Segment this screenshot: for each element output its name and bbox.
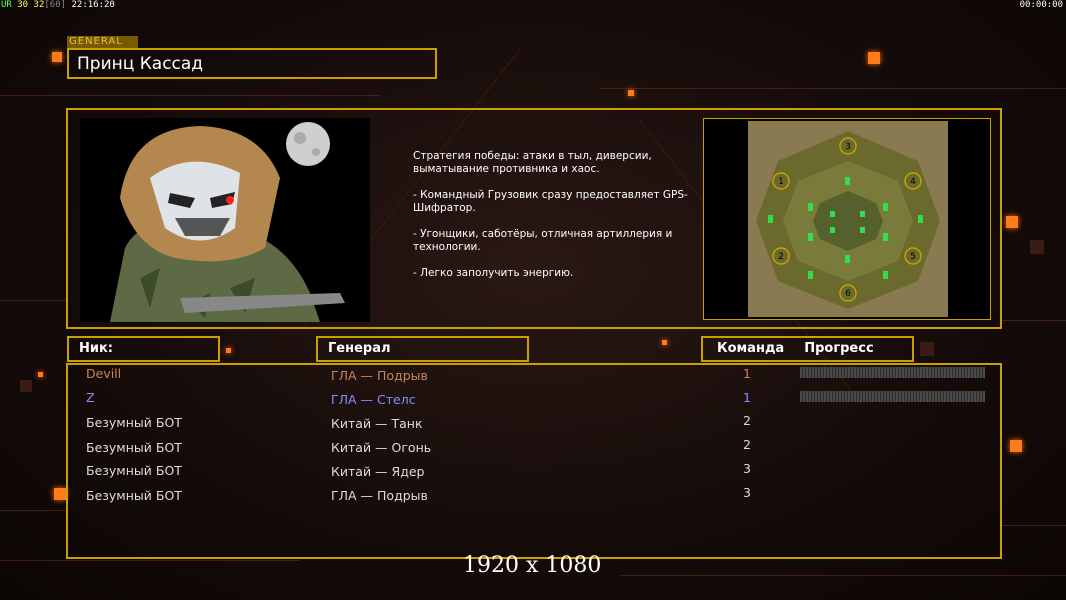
column-header-general: Генерал [316,336,529,362]
general-description: Стратегия победы: атаки в тыл, диверсии,… [413,150,693,293]
player-nick: Безумный БОТ [86,440,182,455]
general-tag: GENERAL [67,36,138,48]
player-team[interactable]: 1 [743,366,751,381]
description-line: Стратегия победы: атаки в тыл, диверсии,… [413,150,652,175]
progress-bar [800,391,985,402]
player-general[interactable]: Китай — Танк [331,416,423,431]
start-position-3: 3 [845,142,851,152]
map-preview[interactable]: 1 2 3 4 5 6 [748,121,948,317]
player-nick: Devill [86,366,122,381]
start-position-1: 1 [778,177,784,187]
player-general[interactable]: ГЛА — Стелс [331,392,416,407]
timer-overlay: 00:00:00 [1019,0,1063,10]
column-header-team: Команда [717,341,785,356]
player-nick: Безумный БОТ [86,415,182,430]
map-preview-frame: 1 2 3 4 5 6 [703,118,991,320]
player-general[interactable]: ГЛА — Подрыв [331,368,428,383]
column-header-progress: Прогресс [804,341,874,356]
player-general[interactable]: Китай — Ядер [331,464,424,479]
player-general[interactable]: Китай — Огонь [331,440,431,455]
general-name: Принц Кассад [67,48,437,79]
start-position-5: 5 [910,252,916,262]
description-line: - Легко заполучить энергию. [413,267,574,279]
player-nick: Z [86,390,95,405]
player-team[interactable]: 1 [743,390,751,405]
description-line: - Командный Грузовик сразу предоставляет… [413,189,688,214]
progress-bar [800,367,985,378]
player-team[interactable]: 2 [743,437,751,452]
column-header-nick: Ник: [67,336,220,362]
player-general[interactable]: ГЛА — Подрыв [331,488,428,503]
column-header-team-progress: Команда Прогресс [701,336,914,362]
player-team[interactable]: 2 [743,413,751,428]
player-nick: Безумный БОТ [86,463,182,478]
start-position-4: 4 [910,177,916,187]
start-position-6: 6 [845,289,851,299]
start-position-2: 2 [778,252,784,262]
player-team[interactable]: 3 [743,461,751,476]
general-portrait [80,118,370,322]
description-line: - Угонщики, саботёры, отличная артиллери… [413,228,673,253]
player-nick: Безумный БОТ [86,488,182,503]
resolution-watermark: 1920 x 1080 [463,553,602,578]
fps-overlay: UR 30 32[60] 22:16:20 [1,0,115,10]
player-team[interactable]: 3 [743,485,751,500]
